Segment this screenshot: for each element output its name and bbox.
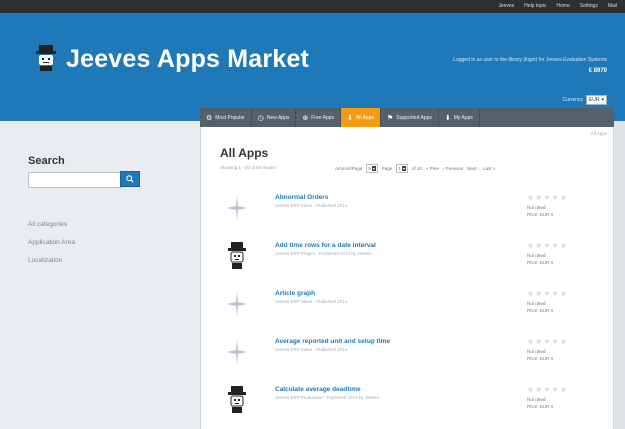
app-name[interactable]: Calculate average deadtime — [275, 386, 361, 393]
tab-supported-apps[interactable]: ⚑ Supported Apps — [381, 108, 439, 127]
app-price: Price: EUR 0 — [527, 356, 554, 361]
tab-label: All Apps — [355, 114, 374, 121]
jeeves-mascot-icon — [226, 385, 248, 415]
app-name[interactable]: Average reported unit and setup time — [275, 338, 390, 345]
app-list-item[interactable]: Add time rows for a date interval Jeeves … — [220, 237, 600, 285]
tab-label: Supported Apps — [396, 114, 432, 121]
rating-stars-icon: ★★★★★ — [527, 289, 568, 298]
previous-link[interactable]: ‹ Previous — [443, 166, 463, 171]
top-bar: Jeeves Help topic Home Settings Mail — [0, 0, 625, 13]
category-tabs: ⚙ Most Popular ◷ New Apps ⊕ Free Apps ⬇ All App… — [200, 108, 614, 127]
top-nav-item[interactable]: Help topic — [524, 2, 546, 10]
tab-icon: ⚑ — [387, 114, 394, 122]
rating-stars-icon: ★★★★★ — [527, 337, 568, 346]
page-select[interactable]: 1 ▾ — [396, 164, 408, 173]
app-meta: Jeeves ERP Sales · Published 2014 — [275, 299, 348, 304]
currency-selector: Currency EUR ▾ — [563, 95, 607, 105]
tab-icon: ⚙ — [206, 114, 213, 122]
top-nav-item[interactable]: Mail — [608, 2, 617, 10]
app-list-item[interactable]: Abnormal Orders Jeeves ERP Sales · Publis… — [220, 189, 600, 237]
rating-stars-icon: ★★★★★ — [527, 385, 568, 394]
sidebar: Search All categories Application Area L… — [0, 121, 200, 429]
currency-value: EUR — [588, 97, 600, 103]
app-star-icon — [226, 289, 248, 319]
app-rating: Not rated — [527, 301, 546, 306]
app-list: Abnormal Orders Jeeves ERP Sales · Publis… — [220, 189, 600, 429]
tab-label: Free Apps — [311, 114, 335, 121]
tab-most-popular[interactable]: ⚙ Most Popular — [200, 108, 252, 127]
app-meta: Jeeves ERP Sales · Published 2014 — [275, 203, 348, 208]
app-price: Price: EUR 0 — [527, 212, 554, 217]
search-button[interactable] — [120, 171, 140, 187]
page-label: Page — [381, 166, 393, 171]
category-list: All categories Application Area Localiza… — [28, 219, 75, 273]
top-nav-item[interactable]: Home — [556, 2, 569, 10]
app-name[interactable]: Abnormal Orders — [275, 194, 328, 201]
app-name[interactable]: Article graph — [275, 290, 315, 297]
rating-stars-icon: ★★★★★ — [527, 193, 568, 202]
app-rating: Not rated — [527, 205, 546, 210]
category-link[interactable]: Application Area — [28, 237, 75, 255]
last-link[interactable]: Last » — [483, 166, 495, 171]
app-list-item[interactable]: Calculate average deadtime Jeeves ERP Pro… — [220, 381, 600, 429]
top-nav-item[interactable]: Settings — [580, 2, 598, 10]
chevron-down-icon: ▾ — [371, 166, 376, 171]
breadcrumb[interactable]: All Apps — [591, 131, 607, 136]
category-link[interactable]: Localization — [28, 255, 75, 273]
main-panel: All Apps All Apps Showing 1 - 20 of 84 r… — [200, 121, 614, 429]
currency-label: Currency — [562, 97, 583, 103]
app-rating: Not rated — [527, 253, 546, 258]
rating-stars-icon: ★★★★★ — [527, 241, 568, 250]
amount-select[interactable]: 9 ▾ — [366, 164, 378, 173]
jeeves-mascot-icon — [36, 45, 56, 71]
jeeves-mascot-icon — [226, 241, 248, 271]
app-meta: Jeeves ERP Production · Published 2013 b… — [275, 395, 379, 400]
app-list-item[interactable]: Average reported unit and setup time Jeev… — [220, 333, 600, 381]
pagination-bar: Amount/Page 9 ▾ Page 1 ▾ of 10 « Prev ‹ … — [335, 164, 495, 173]
search-title: Search — [28, 155, 65, 167]
app-meta: Jeeves ERP Project · Published 2013 by J… — [275, 251, 372, 256]
amount-value: 9 — [368, 166, 371, 171]
category-link[interactable]: All categories — [28, 219, 75, 237]
app-rating: Not rated — [527, 349, 546, 354]
top-nav: Jeeves Help topic Home Settings Mail — [498, 2, 617, 10]
tab-icon: ⬇ — [347, 114, 353, 122]
search-input[interactable] — [28, 172, 122, 188]
results-count: Showing 1 - 20 of 84 results — [220, 165, 276, 170]
tab-all-apps[interactable]: ⬇ All Apps — [341, 108, 381, 127]
tab-icon: ⊕ — [302, 114, 309, 122]
top-nav-item[interactable]: Jeeves — [498, 2, 514, 10]
app-price: Price: EUR 0 — [527, 308, 554, 313]
tab-new-apps[interactable]: ◷ New Apps — [252, 108, 297, 127]
app-star-icon — [226, 193, 248, 223]
login-info: Logged in as user to the library (login)… — [453, 57, 607, 63]
chevron-down-icon: ▾ — [601, 97, 604, 103]
tab-label: Most Popular — [215, 114, 245, 121]
brand-title[interactable]: Jeeves Apps Market — [66, 45, 309, 74]
app-list-item[interactable]: Article graph Jeeves ERP Sales · Publishe… — [220, 285, 600, 333]
chevron-down-icon: ▾ — [401, 166, 406, 171]
search-icon — [126, 175, 134, 183]
app-price: Price: EUR 0 — [527, 404, 554, 409]
prev-link[interactable]: « Prev — [426, 166, 439, 171]
header: Jeeves Apps Market Logged in as user to … — [0, 13, 625, 121]
page-total: of 10 — [411, 166, 422, 171]
tab-label: New Apps — [266, 114, 290, 121]
tab-icon: ◷ — [257, 114, 264, 122]
app-star-icon — [226, 337, 248, 367]
page-value: 1 — [398, 166, 401, 171]
tab-my-apps[interactable]: ⬇ My Apps — [439, 108, 480, 127]
tab-free-apps[interactable]: ⊕ Free Apps — [296, 108, 342, 127]
tab-icon: ⬇ — [444, 114, 451, 122]
next-link[interactable]: Next › — [467, 166, 479, 171]
app-rating: Not rated — [527, 397, 546, 402]
credit-balance: € 8970 — [588, 68, 607, 74]
page-title: All Apps — [220, 146, 269, 160]
app-price: Price: EUR 0 — [527, 260, 554, 265]
tab-label: My Apps — [453, 114, 473, 121]
app-meta: Jeeves ERP Sales · Published 2014 — [275, 347, 348, 352]
amount-label: Amount/Page — [335, 166, 363, 171]
currency-select[interactable]: EUR ▾ — [585, 95, 607, 105]
app-name[interactable]: Add time rows for a date interval — [275, 242, 376, 249]
